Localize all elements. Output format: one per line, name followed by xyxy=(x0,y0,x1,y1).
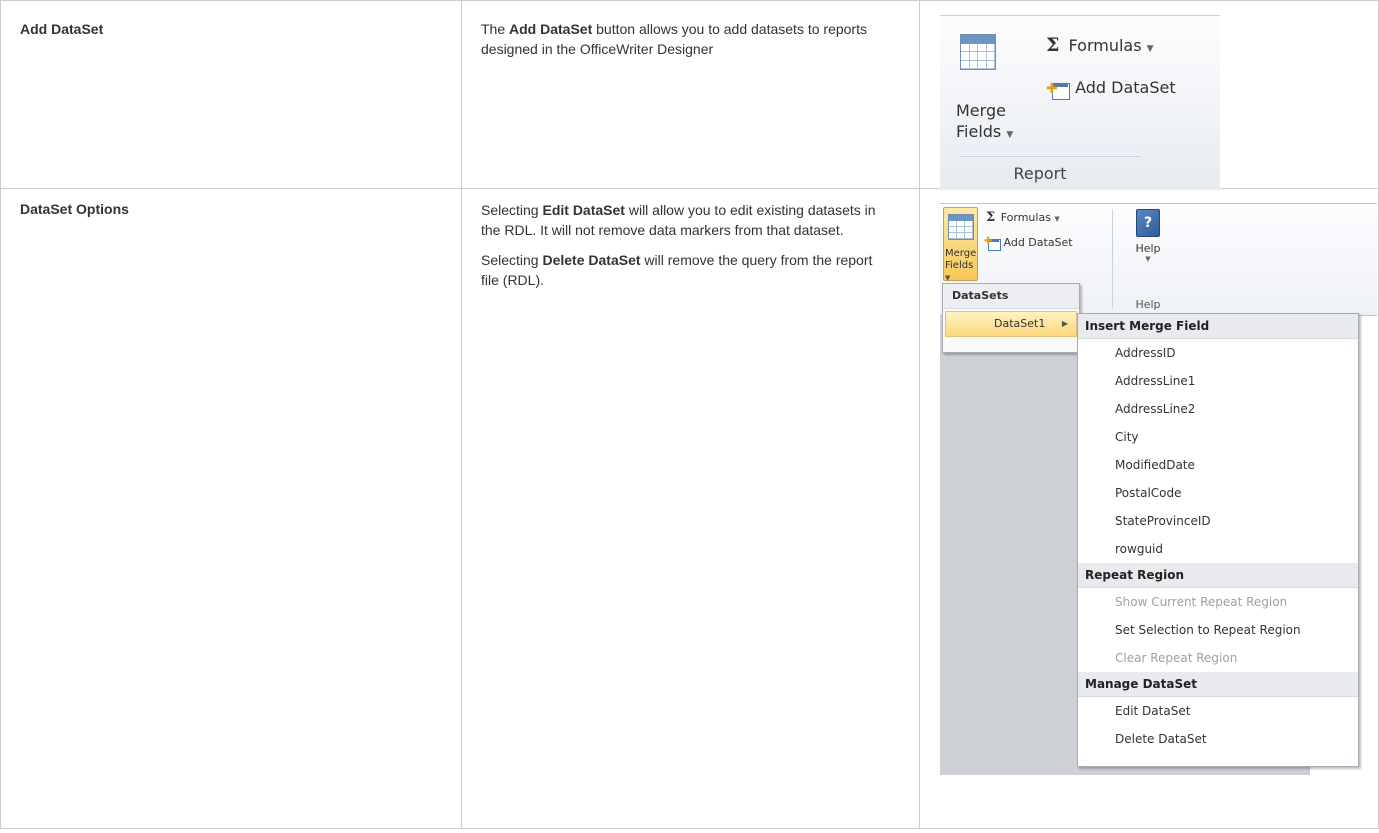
ribbon-group-separator xyxy=(960,156,1140,157)
merge-fields-table-icon xyxy=(960,34,996,70)
help-label: Help xyxy=(1135,242,1161,255)
desc-bold: Add DataSet xyxy=(509,21,593,37)
screenshot-cell: Merge Fields ▼ Σ Formulas ▼ ✚ Add DataSe… xyxy=(919,188,1379,829)
insert-merge-field-header: Insert Merge Field xyxy=(1078,314,1358,339)
field-menu-item[interactable]: rowguid xyxy=(1078,535,1358,563)
desc-text: The xyxy=(481,21,510,37)
dataset1-label: DataSet1 xyxy=(994,317,1046,330)
desc-bold: Delete DataSet xyxy=(542,252,641,268)
formulas-button[interactable]: Σ Formulas ▼ xyxy=(1046,34,1154,60)
show-current-repeat-region-item: Show Current Repeat Region xyxy=(1115,595,1288,609)
formulas-button[interactable]: Σ Formulas ▼ xyxy=(986,210,1060,227)
report-ribbon-group: Merge Fields ▼ Σ Formulas ▼ ✚ Add DataSe… xyxy=(940,15,1220,190)
merge-fields-table-icon xyxy=(948,214,974,240)
add-dataset-button[interactable]: ✚ Add DataSet xyxy=(1046,77,1176,100)
add-dataset-icon: ✚ xyxy=(1046,79,1070,100)
report-group-label: Report xyxy=(1013,164,1067,183)
merge-label: Merge xyxy=(945,248,977,259)
desc-text: Selecting xyxy=(481,202,543,218)
feature-name-cell: DataSet Options xyxy=(0,188,462,829)
set-selection-repeat-region-item[interactable]: Set Selection to Repeat Region xyxy=(1078,616,1358,644)
help-book-icon: ? xyxy=(1136,209,1160,237)
dropdown-arrow-icon: ▼ xyxy=(1054,215,1060,223)
description-cell: Selecting Edit DataSet will allow you to… xyxy=(461,188,920,829)
feature-name-cell: Add DataSet xyxy=(0,0,462,189)
sigma-icon: Σ xyxy=(1046,34,1060,56)
merge-label: Merge xyxy=(956,101,1006,120)
repeat-region-header: Repeat Region xyxy=(1078,563,1358,588)
formulas-label: Formulas xyxy=(1000,211,1051,224)
dropdown-arrow-icon: ▼ xyxy=(945,274,951,282)
desc-bold: Edit DataSet xyxy=(542,202,625,218)
add-dataset-label: Add DataSet xyxy=(1003,236,1073,249)
help-button[interactable]: ? Help ▼ xyxy=(1128,209,1168,263)
dataset1-menu-item[interactable]: DataSet1 ▶ xyxy=(945,311,1077,337)
dropdown-arrow-icon: ▼ xyxy=(1145,255,1151,263)
field-menu-item[interactable]: AddressID xyxy=(1078,339,1358,367)
field-menu-item[interactable]: AddressLine1 xyxy=(1078,367,1358,395)
add-dataset-icon: ✚ xyxy=(984,236,1001,251)
fields-label: Fields xyxy=(945,260,974,271)
feature-title: DataSet Options xyxy=(20,201,129,217)
ribbon-group-separator xyxy=(1112,209,1113,309)
dataset-submenu: Insert Merge Field AddressID AddressLine… xyxy=(1077,313,1359,767)
field-menu-item[interactable]: StateProvinceID xyxy=(1078,507,1358,535)
help-group-label: Help xyxy=(1135,298,1161,311)
datasets-menu: DataSets DataSet1 ▶ xyxy=(942,283,1080,353)
screenshot-cell: Merge Fields ▼ Σ Formulas ▼ ✚ Add DataSe… xyxy=(919,0,1379,190)
manage-dataset-header: Manage DataSet xyxy=(1078,672,1358,697)
dropdown-arrow-icon: ▼ xyxy=(1146,44,1154,54)
formulas-label: Formulas xyxy=(1068,36,1142,55)
dataset-menu-screenshot: Merge Fields ▼ Σ Formulas ▼ ✚ Add DataSe… xyxy=(940,203,1377,775)
description-cell: The Add DataSet button allows you to add… xyxy=(461,0,920,189)
field-menu-item[interactable]: PostalCode xyxy=(1078,479,1358,507)
sigma-icon: Σ xyxy=(986,210,996,225)
field-menu-item[interactable]: AddressLine2 xyxy=(1078,395,1358,423)
field-menu-item[interactable]: City xyxy=(1078,423,1358,451)
merge-fields-button[interactable]: Merge Fields ▼ xyxy=(943,207,978,282)
feature-description: Selecting Edit DataSet will allow you to… xyxy=(481,200,881,290)
delete-dataset-item[interactable]: Delete DataSet xyxy=(1078,725,1358,753)
documentation-table: Add DataSet The Add DataSet button allow… xyxy=(0,0,1379,829)
merge-fields-button[interactable]: Merge Fields ▼ xyxy=(956,100,1016,146)
datasets-menu-header: DataSets xyxy=(943,284,1079,309)
feature-title: Add DataSet xyxy=(20,21,104,37)
fields-label: Fields xyxy=(956,122,1002,141)
submenu-arrow-icon: ▶ xyxy=(1061,319,1068,328)
dropdown-arrow-icon: ▼ xyxy=(1006,130,1014,140)
field-menu-item[interactable]: ModifiedDate xyxy=(1078,451,1358,479)
add-dataset-label: Add DataSet xyxy=(1075,78,1176,97)
desc-text: Selecting xyxy=(481,252,543,268)
edit-dataset-item[interactable]: Edit DataSet xyxy=(1078,697,1358,725)
add-dataset-button[interactable]: ✚ Add DataSet xyxy=(984,235,1073,251)
feature-description: The Add DataSet button allows you to add… xyxy=(481,19,881,59)
clear-repeat-region-item: Clear Repeat Region xyxy=(1115,651,1238,665)
